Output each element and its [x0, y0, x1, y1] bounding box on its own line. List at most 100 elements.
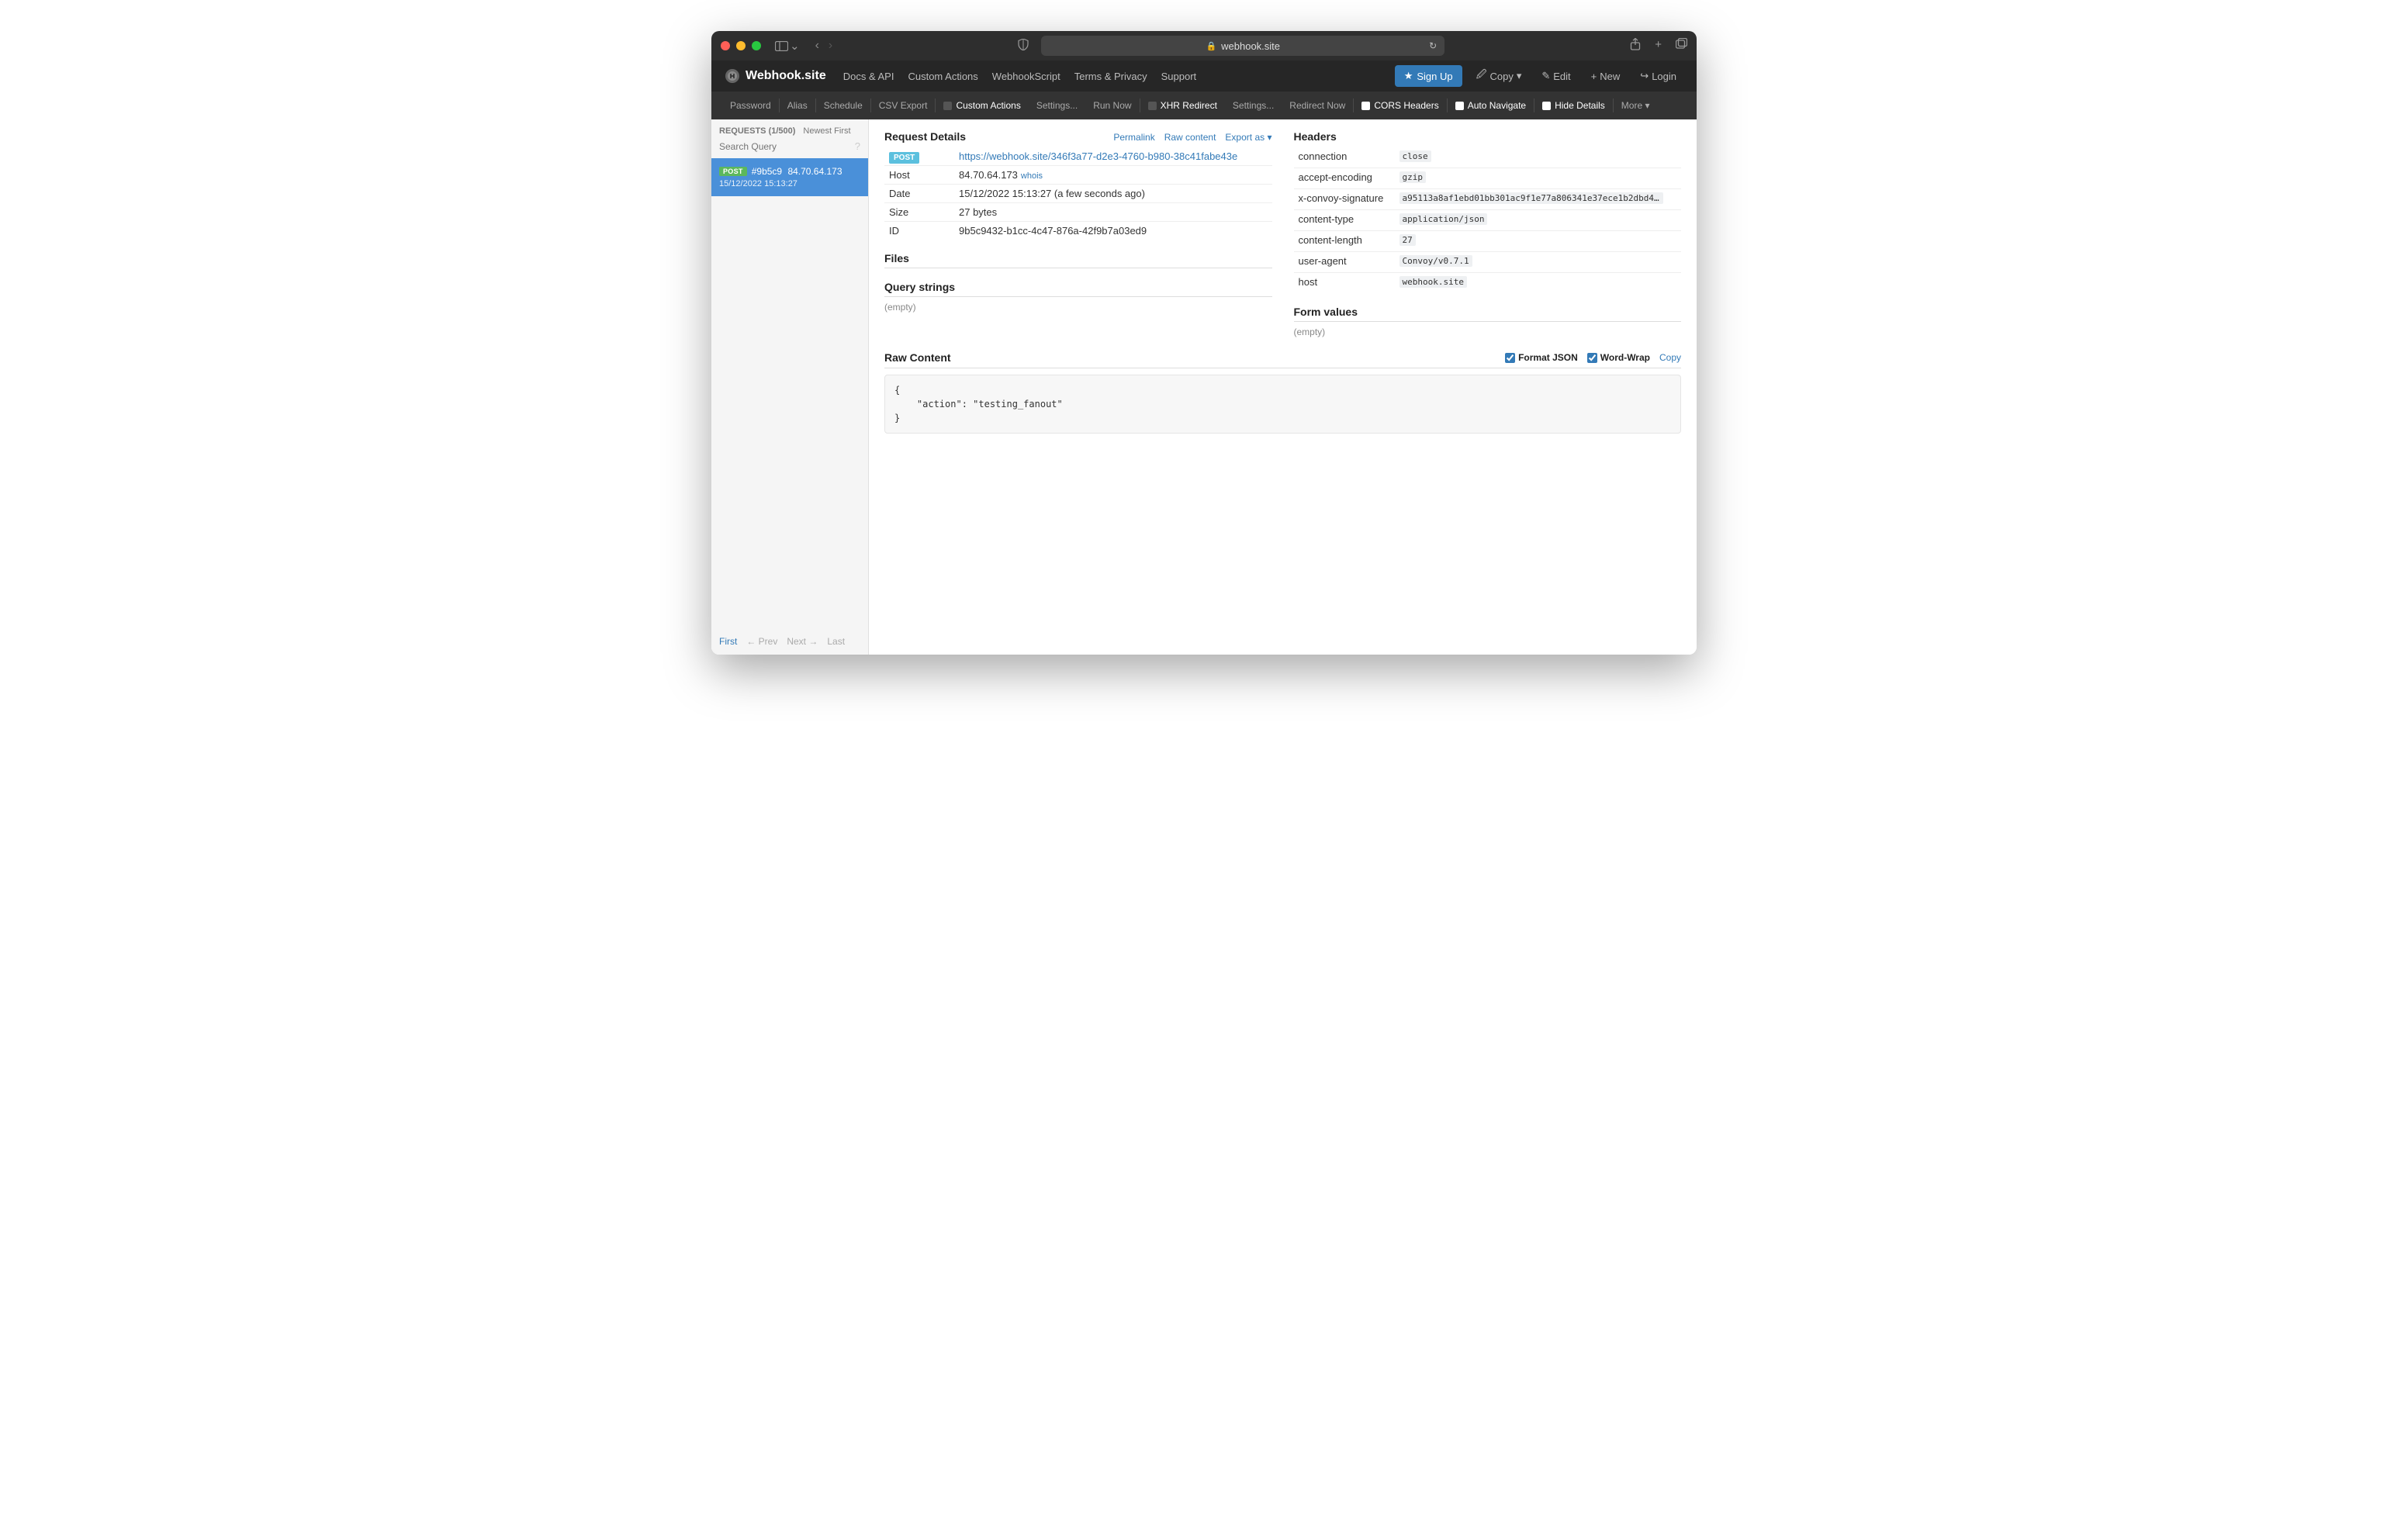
request-url[interactable]: https://webhook.site/346f3a77-d2e3-4760-… — [959, 150, 1237, 162]
method-badge: POST — [719, 167, 747, 176]
help-icon[interactable]: ? — [855, 140, 860, 152]
signup-label: Sign Up — [1417, 71, 1452, 82]
login-button[interactable]: ↪ Login — [1634, 65, 1683, 87]
toolbar-custom-actions[interactable]: Custom Actions — [936, 100, 1028, 111]
edit-label: Edit — [1553, 71, 1570, 82]
nav-support[interactable]: Support — [1161, 71, 1197, 82]
nav-terms[interactable]: Terms & Privacy — [1074, 71, 1147, 82]
query-strings-section: Query strings (empty) — [884, 281, 1272, 313]
nav-docs[interactable]: Docs & API — [843, 71, 894, 82]
request-id-short: #9b5c9 — [752, 166, 782, 177]
toolbar-redirect-now[interactable]: Redirect Now — [1282, 100, 1353, 111]
form-values-empty: (empty) — [1294, 327, 1682, 337]
query-strings-title: Query strings — [884, 281, 1272, 297]
new-button[interactable]: + New — [1585, 66, 1627, 87]
toolbar-password[interactable]: Password — [722, 100, 779, 111]
search-input[interactable] — [719, 141, 855, 152]
address-bar[interactable]: 🔒 webhook.site ↻ — [1041, 36, 1444, 56]
host-label: Host — [884, 166, 954, 185]
toolbar-hide-details[interactable]: Hide Details — [1534, 100, 1613, 111]
toolbar-run-now[interactable]: Run Now — [1085, 100, 1139, 111]
raw-content-header: Raw Content Format JSON Word-Wrap Copy — [884, 351, 1681, 368]
toolbar-settings-1[interactable]: Settings... — [1029, 100, 1085, 111]
sidebar-header: REQUESTS (1/500) Newest First — [711, 119, 868, 140]
raw-content-controls: Format JSON Word-Wrap Copy — [1505, 352, 1681, 363]
brand-text: Webhook.site — [746, 69, 826, 83]
window-zoom-button[interactable] — [752, 41, 761, 50]
headers-title: Headers — [1294, 130, 1337, 143]
nav-custom-actions[interactable]: Custom Actions — [908, 71, 977, 82]
toolbar-csv-export[interactable]: CSV Export — [871, 100, 936, 111]
nav-webhookscript[interactable]: WebhookScript — [992, 71, 1060, 82]
query-strings-empty: (empty) — [884, 302, 1272, 313]
page-prev[interactable]: ← Prev — [746, 636, 777, 647]
files-section: Files — [884, 252, 1272, 268]
export-dropdown[interactable]: Export as ▾ — [1225, 132, 1271, 143]
table-row: Host 84.70.64.173whois — [884, 166, 1272, 185]
toolbar-more[interactable]: More ▾ — [1614, 100, 1658, 111]
headers-column: Headers connectionclose accept-encodingg… — [1294, 130, 1682, 337]
request-details-table: POST https://webhook.site/346f3a77-d2e3-… — [884, 147, 1272, 240]
request-item-datetime: 15/12/2022 15:13:27 — [719, 179, 860, 188]
tabs-overview-icon[interactable] — [1676, 38, 1687, 54]
login-label: Login — [1652, 71, 1676, 82]
format-json-checkbox[interactable] — [1505, 353, 1515, 363]
toolbar-xhr-redirect[interactable]: XHR Redirect — [1140, 100, 1225, 111]
word-wrap-toggle[interactable]: Word-Wrap — [1587, 352, 1650, 363]
copy-dropdown[interactable]: 🖉 Copy ▾ — [1470, 63, 1528, 89]
word-wrap-checkbox[interactable] — [1587, 353, 1597, 363]
header-key: x-convoy-signature — [1294, 189, 1395, 210]
checkbox-icon — [1361, 102, 1370, 110]
sidebar-toggle-icon[interactable]: ⌄ — [775, 39, 800, 53]
forward-button[interactable]: › — [829, 39, 832, 53]
header-value: gzip — [1399, 171, 1427, 183]
header-value: application/json — [1399, 213, 1488, 225]
edit-button[interactable]: ✎ Edit — [1535, 65, 1576, 87]
reload-icon[interactable]: ↻ — [1429, 40, 1437, 51]
star-icon: ★ — [1404, 70, 1413, 82]
copy-raw-button[interactable]: Copy — [1659, 352, 1681, 363]
back-button[interactable]: ‹ — [815, 39, 819, 53]
share-icon[interactable] — [1630, 38, 1641, 54]
browser-right-icons: + — [1630, 38, 1687, 54]
header-value: close — [1399, 150, 1431, 162]
permalink-link[interactable]: Permalink — [1113, 132, 1154, 143]
toolbar-schedule[interactable]: Schedule — [816, 100, 870, 111]
brand-logo[interactable]: Webhook.site — [725, 69, 826, 83]
table-row: user-agentConvoy/v0.7.1 — [1294, 252, 1682, 273]
raw-content-link[interactable]: Raw content — [1164, 132, 1216, 143]
table-row: content-length27 — [1294, 231, 1682, 252]
format-json-toggle[interactable]: Format JSON — [1505, 352, 1578, 363]
search-row: ? — [711, 140, 868, 158]
page-last[interactable]: Last — [827, 636, 845, 647]
page-next[interactable]: Next → — [787, 636, 818, 647]
main-area: REQUESTS (1/500) Newest First ? POST #9b… — [711, 119, 1697, 655]
table-row: Size 27 bytes — [884, 203, 1272, 222]
table-row: hostwebhook.site — [1294, 273, 1682, 294]
toolbar-alias[interactable]: Alias — [780, 100, 815, 111]
edit-icon: ✎ — [1541, 70, 1550, 82]
table-row: Date 15/12/2022 15:13:27 (a few seconds … — [884, 185, 1272, 203]
id-label: ID — [884, 222, 954, 240]
new-tab-icon[interactable]: + — [1655, 38, 1662, 54]
privacy-shield-icon[interactable] — [1018, 39, 1029, 53]
request-list-item[interactable]: POST #9b5c9 84.70.64.173 15/12/2022 15:1… — [711, 158, 868, 196]
signup-button[interactable]: ★ Sign Up — [1395, 65, 1462, 87]
toolbar-settings-2[interactable]: Settings... — [1225, 100, 1282, 111]
nav-right: ★ Sign Up 🖉 Copy ▾ ✎ Edit + New ↪ Login — [1395, 63, 1683, 89]
copy-label: Copy — [1489, 71, 1513, 82]
header-value: Convoy/v0.7.1 — [1399, 255, 1472, 267]
request-details-title-row: Request Details Permalink Raw content Ex… — [884, 130, 1272, 143]
page-first[interactable]: First — [719, 636, 737, 647]
toolbar-cors-headers[interactable]: CORS Headers — [1354, 100, 1446, 111]
window-close-button[interactable] — [721, 41, 730, 50]
sort-toggle[interactable]: Newest First — [803, 126, 850, 136]
raw-content-title: Raw Content — [884, 351, 951, 364]
window-minimize-button[interactable] — [736, 41, 746, 50]
whois-link[interactable]: whois — [1021, 171, 1043, 181]
requests-count: REQUESTS (1/500) — [719, 126, 795, 136]
header-key: content-length — [1294, 231, 1395, 252]
detail-links: Permalink Raw content Export as ▾ — [1113, 132, 1271, 143]
header-key: host — [1294, 273, 1395, 294]
toolbar-auto-navigate[interactable]: Auto Navigate — [1448, 100, 1534, 111]
